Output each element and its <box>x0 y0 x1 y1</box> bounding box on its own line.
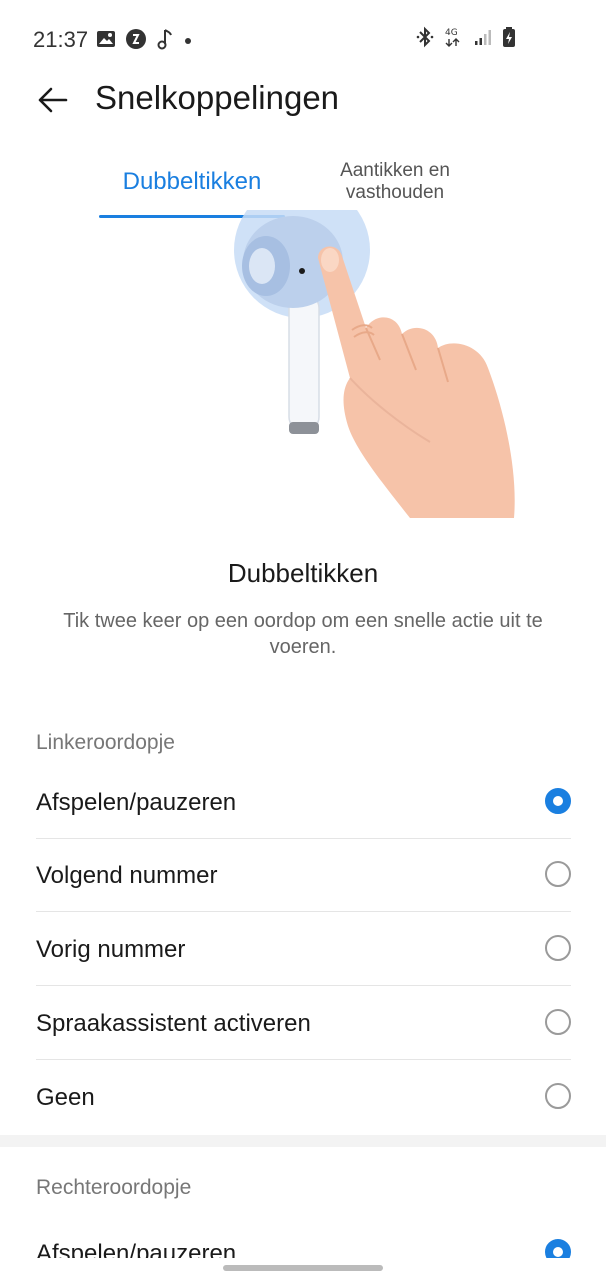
notification-icons <box>96 28 193 55</box>
option-label: Geen <box>36 1084 95 1111</box>
divider <box>36 838 571 839</box>
earbud-tap-illustration <box>0 182 606 520</box>
right-option-play-pause[interactable]: Afspelen/pauzeren <box>36 1218 571 1258</box>
app-bar: Snelkoppelingen <box>0 76 606 126</box>
radio-button[interactable] <box>545 935 571 961</box>
gallery-icon <box>96 30 116 53</box>
battery-charging-icon <box>502 26 516 53</box>
divider <box>36 1059 571 1060</box>
divider <box>36 985 571 986</box>
option-label: Spraakassistent activeren <box>36 1010 311 1037</box>
network-label: 4G <box>445 28 458 38</box>
left-option-voice-assistant[interactable]: Spraakassistent activeren <box>36 988 571 1061</box>
home-indicator[interactable] <box>223 1265 383 1271</box>
left-option-next-track[interactable]: Volgend nummer <box>36 840 571 913</box>
radio-button-selected[interactable] <box>545 1239 571 1258</box>
option-label: Vorig nummer <box>36 936 186 963</box>
arrow-left-icon[interactable] <box>34 80 74 120</box>
tab-double-tap[interactable]: Dubbeltikken <box>99 148 285 218</box>
status-time: 21:37 <box>33 27 89 52</box>
radio-button[interactable] <box>545 1009 571 1035</box>
music-note-icon <box>156 28 174 55</box>
tab-touch-and-hold-label: Aantikken en vasthouden <box>340 160 450 203</box>
status-bar: 21:37 4G <box>0 0 606 76</box>
option-label: Volgend nummer <box>36 862 218 889</box>
left-earbud-label: Linkeroordopje <box>36 731 175 754</box>
dot-icon <box>183 33 193 51</box>
page-title: Snelkoppelingen <box>95 79 340 116</box>
4g-icon: 4G <box>444 26 464 53</box>
section-separator <box>0 1135 606 1147</box>
gesture-tabs: Dubbeltikken Aantikken en vasthouden <box>0 148 606 218</box>
right-earbud-label: Rechteroordopje <box>36 1176 192 1199</box>
gesture-title: Dubbeltikken <box>227 558 379 588</box>
left-option-previous-track[interactable]: Vorig nummer <box>36 914 571 987</box>
left-option-play-pause[interactable]: Afspelen/pauzeren <box>36 767 571 840</box>
tab-touch-and-hold[interactable]: Aantikken en vasthouden <box>320 160 470 204</box>
bluetooth-icon <box>416 26 434 53</box>
divider <box>36 911 571 912</box>
signal-icon <box>474 27 492 52</box>
radio-button[interactable] <box>545 861 571 887</box>
system-icons: 4G <box>416 26 516 53</box>
option-label: Afspelen/pauzeren <box>36 1240 237 1258</box>
tab-double-tap-label: Dubbeltikken <box>122 168 262 195</box>
radio-button-selected[interactable] <box>545 788 571 814</box>
gesture-description: Tik twee keer op een oordop om een snell… <box>63 610 543 658</box>
dark-circle-icon <box>125 28 147 55</box>
left-option-none[interactable]: Geen <box>36 1062 571 1135</box>
radio-button[interactable] <box>545 1083 571 1109</box>
option-label: Afspelen/pauzeren <box>36 789 237 816</box>
